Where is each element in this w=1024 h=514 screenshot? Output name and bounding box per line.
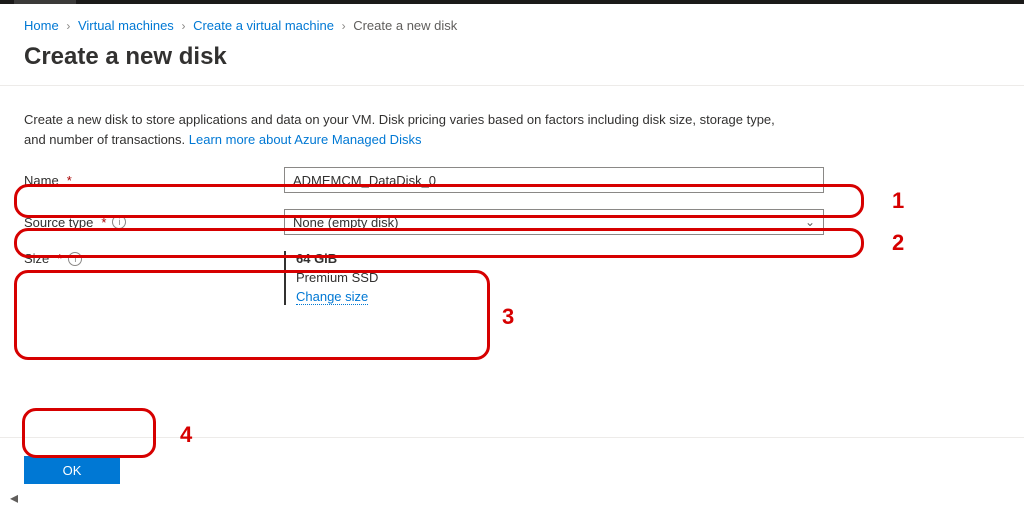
name-label-text: Name xyxy=(24,173,59,188)
page-title: Create a new disk xyxy=(0,43,1024,85)
change-size-link[interactable]: Change size xyxy=(296,289,368,305)
description-text: Create a new disk to store applications … xyxy=(0,110,820,149)
chevron-right-icon: › xyxy=(181,19,185,33)
name-label: Name * xyxy=(24,173,284,188)
source-type-select[interactable]: None (empty disk) ⌄ xyxy=(284,209,824,235)
breadcrumb: Home › Virtual machines › Create a virtu… xyxy=(0,4,1024,43)
footer-bar: OK xyxy=(0,437,1024,484)
size-label-text: Size xyxy=(24,251,49,266)
source-type-value: None (empty disk) xyxy=(293,215,805,230)
chevron-right-icon: › xyxy=(342,19,346,33)
required-indicator: * xyxy=(57,251,62,266)
breadcrumb-current: Create a new disk xyxy=(353,18,457,33)
breadcrumb-home[interactable]: Home xyxy=(24,18,59,33)
chevron-down-icon: ⌄ xyxy=(805,215,815,229)
scroll-left-icon[interactable]: ◂ xyxy=(10,488,18,508)
size-label: Size * i xyxy=(24,251,284,266)
learn-more-link[interactable]: Learn more about Azure Managed Disks xyxy=(189,132,422,147)
breadcrumb-virtual-machines[interactable]: Virtual machines xyxy=(78,18,174,33)
divider xyxy=(0,85,1024,86)
breadcrumb-create-vm[interactable]: Create a virtual machine xyxy=(193,18,334,33)
chevron-right-icon: › xyxy=(66,19,70,33)
required-indicator: * xyxy=(67,173,72,188)
source-type-label: Source type * i xyxy=(24,215,284,230)
size-tier: Premium SSD xyxy=(296,270,378,285)
source-type-label-text: Source type xyxy=(24,215,93,230)
field-row-size: Size * i 64 GiB Premium SSD Change size xyxy=(24,251,1000,305)
info-icon[interactable]: i xyxy=(68,252,82,266)
info-icon[interactable]: i xyxy=(112,215,126,229)
field-row-source-type: Source type * i None (empty disk) ⌄ xyxy=(24,209,1000,235)
size-gib: 64 GiB xyxy=(296,251,378,266)
size-values: 64 GiB Premium SSD Change size xyxy=(284,251,378,305)
annotation-number-3: 3 xyxy=(502,304,514,330)
ok-button[interactable]: OK xyxy=(24,456,120,484)
name-input[interactable] xyxy=(284,167,824,193)
field-row-name: Name * xyxy=(24,167,1000,193)
required-indicator: * xyxy=(101,215,106,230)
